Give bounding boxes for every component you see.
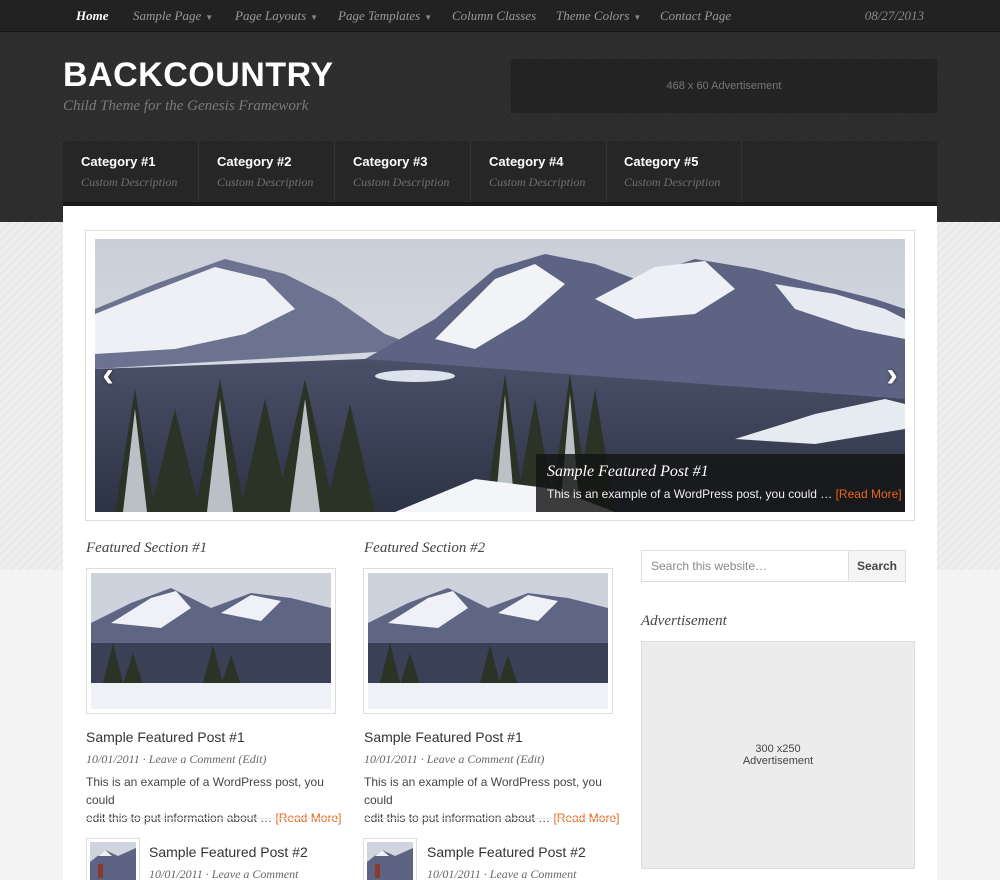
header-advertisement[interactable]: 468 x 60 Advertisement: [511, 59, 937, 113]
search-input[interactable]: Search this website…: [641, 550, 849, 582]
chevron-down-icon: ▼: [205, 13, 214, 22]
nav-item-page-layouts[interactable]: Page Layouts ▼: [235, 0, 318, 32]
mountain-thumbnail-image: [90, 842, 136, 880]
featured-post-image[interactable]: [363, 568, 613, 714]
slider-caption-text: This is an example of a WordPress post, …: [547, 487, 902, 501]
chevron-down-icon: ▼: [310, 13, 319, 22]
slider-caption: Sample Featured Post #1 This is an examp…: [536, 454, 905, 512]
post-divider: [364, 818, 614, 819]
current-date: 08/27/2013: [864, 8, 924, 23]
nav-item-theme-colors[interactable]: Theme Colors ▼: [556, 0, 641, 32]
post-thumbnail[interactable]: [363, 838, 417, 880]
site-title[interactable]: BACKCOUNTRY: [63, 56, 334, 95]
category-description: Custom Description: [353, 175, 450, 189]
site-description: Child Theme for the Genesis Framework: [63, 98, 309, 114]
post-title[interactable]: Sample Featured Post #2: [149, 844, 308, 860]
category-description: Custom Description: [489, 175, 586, 189]
category-description: Custom Description: [81, 175, 178, 189]
search-button[interactable]: Search: [848, 550, 906, 582]
category-title: Category #4: [489, 154, 564, 169]
post-thumbnail[interactable]: [86, 838, 140, 880]
slider-caption-title[interactable]: Sample Featured Post #1: [547, 463, 894, 481]
ad-size-label: 300 x250: [755, 743, 801, 755]
nav-item-home[interactable]: Home: [76, 0, 109, 32]
chevron-down-icon: ▼: [424, 13, 433, 22]
nav-item-column-classes[interactable]: Column Classes: [452, 0, 536, 32]
category-item-4[interactable]: Category #4 Custom Description: [471, 141, 607, 202]
category-navigation: Category #1 Custom Description Category …: [63, 141, 937, 206]
category-title: Category #2: [217, 154, 292, 169]
post-divider: [86, 818, 336, 819]
category-description: Custom Description: [217, 175, 314, 189]
featured-section-1-title: Featured Section #1: [86, 540, 208, 556]
mountain-thumbnail-image: [91, 573, 331, 709]
nav-item-sample-page[interactable]: Sample Page ▼: [133, 0, 213, 32]
nav-label: Theme Colors: [556, 8, 630, 23]
top-navigation: Home Sample Page ▼ Page Layouts ▼ Page Tem…: [0, 0, 1000, 32]
excerpt-line: This is an example of a WordPress post, …: [364, 775, 602, 807]
slider-next-arrow-icon[interactable]: ›: [880, 358, 904, 392]
category-title: Category #5: [624, 154, 699, 169]
ad-label: Advertisement: [742, 755, 814, 767]
category-item-5[interactable]: Category #5 Custom Description: [606, 141, 742, 202]
nav-label: Contact Page: [660, 8, 732, 23]
nav-item-contact-page[interactable]: Contact Page: [660, 0, 731, 32]
post-meta: 10/01/2011 · Leave a Comment: [427, 867, 577, 880]
advertisement-widget-title: Advertisement: [641, 613, 727, 629]
read-more-link[interactable]: [Read More]: [836, 487, 902, 501]
nav-label: Column Classes: [452, 8, 537, 23]
mountain-thumbnail-image: [367, 842, 413, 880]
mountain-thumbnail-image: [368, 573, 608, 709]
nav-label: Home: [76, 8, 109, 23]
caption-excerpt: This is an example of a WordPress post, …: [547, 487, 833, 501]
nav-item-page-templates[interactable]: Page Templates ▼: [338, 0, 432, 32]
category-item-2[interactable]: Category #2 Custom Description: [199, 141, 335, 202]
post-title[interactable]: Sample Featured Post #2: [427, 844, 586, 860]
sidebar-advertisement[interactable]: 300 x250 Advertisement: [641, 641, 915, 869]
category-item-3[interactable]: Category #3 Custom Description: [335, 141, 471, 202]
category-item-1[interactable]: Category #1 Custom Description: [63, 141, 199, 202]
featured-section-2-title: Featured Section #2: [364, 540, 486, 556]
excerpt-line: This is an example of a WordPress post, …: [86, 775, 324, 807]
post-meta: 10/01/2011 · Leave a Comment: [149, 867, 299, 880]
nav-label: Page Templates: [338, 8, 421, 23]
nav-label: Page Layouts: [235, 8, 307, 23]
post-meta: 10/01/2011 · Leave a Comment (Edit): [86, 752, 267, 766]
category-title: Category #1: [81, 154, 156, 169]
post-title[interactable]: Sample Featured Post #1: [364, 729, 523, 745]
featured-post-image[interactable]: [86, 568, 336, 714]
slider-previous-arrow-icon[interactable]: ‹: [96, 358, 120, 392]
category-description: Custom Description: [624, 175, 721, 189]
post-title[interactable]: Sample Featured Post #1: [86, 729, 245, 745]
category-title: Category #3: [353, 154, 428, 169]
nav-label: Sample Page: [133, 8, 202, 23]
post-meta: 10/01/2011 · Leave a Comment (Edit): [364, 752, 545, 766]
chevron-down-icon: ▼: [633, 13, 642, 22]
